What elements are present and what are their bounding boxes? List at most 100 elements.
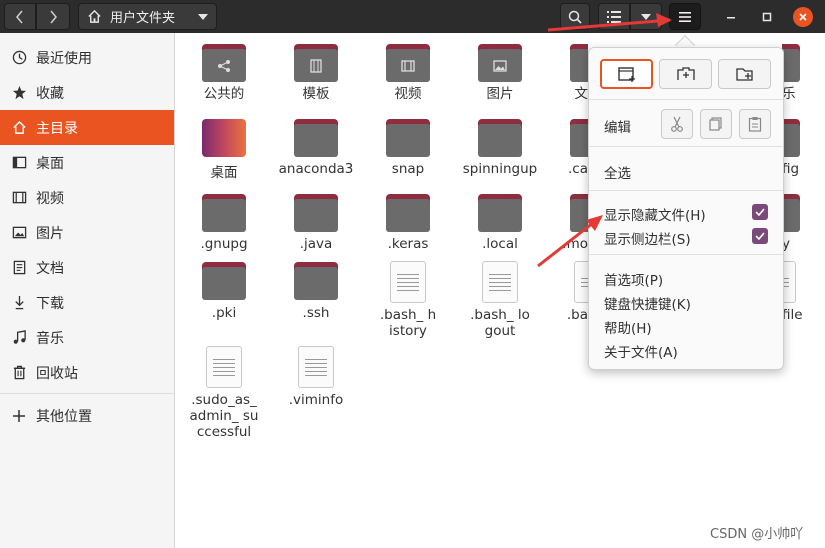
sidebar-item-trash[interactable]: 回收站 bbox=[0, 355, 174, 390]
forward-button[interactable] bbox=[36, 3, 70, 30]
new-window-icon bbox=[617, 67, 635, 82]
caret-down-icon bbox=[198, 13, 208, 20]
sidebar-item-other-locations[interactable]: 其他位置 bbox=[0, 398, 174, 433]
sidebar-item-pictures[interactable]: 图片 bbox=[0, 215, 174, 250]
desktop-icon bbox=[11, 155, 27, 171]
text-file-icon bbox=[574, 261, 588, 303]
back-button[interactable] bbox=[4, 3, 36, 30]
search-button[interactable] bbox=[560, 3, 590, 30]
new-window-button[interactable] bbox=[600, 59, 653, 89]
file-item-partial[interactable]: y bbox=[782, 194, 825, 252]
file-item[interactable]: .ssh bbox=[268, 262, 364, 321]
close-icon bbox=[799, 13, 807, 21]
plus-icon bbox=[11, 408, 27, 424]
file-label: 图片 bbox=[486, 86, 514, 102]
text-file-icon bbox=[206, 346, 242, 388]
file-label: .pki bbox=[211, 305, 237, 321]
chevron-right-icon bbox=[50, 10, 57, 23]
menu-item-shortcuts[interactable]: 键盘快捷键(K) bbox=[604, 293, 691, 313]
sidebar-divider bbox=[0, 393, 174, 394]
file-item-partial[interactable]: 乐 bbox=[782, 44, 825, 102]
menu-item-show-hidden[interactable]: 显示隐藏文件(H) bbox=[604, 204, 706, 224]
menu-item-preferences[interactable]: 首选项(P) bbox=[604, 269, 663, 289]
menu-item-about[interactable]: 关于文件(A) bbox=[604, 341, 678, 361]
file-item-partial[interactable]: .ca bbox=[544, 119, 588, 177]
file-label: file bbox=[782, 307, 803, 323]
file-item[interactable]: 公共的 bbox=[176, 44, 272, 102]
new-tab-button[interactable] bbox=[659, 59, 712, 89]
sidebar-item-music[interactable]: 音乐 bbox=[0, 320, 174, 355]
cut-button[interactable] bbox=[661, 109, 693, 139]
file-label: 乐 bbox=[782, 86, 796, 102]
desktop-folder-icon bbox=[202, 119, 246, 157]
show-hidden-checkbox[interactable] bbox=[752, 204, 768, 220]
close-button[interactable] bbox=[793, 7, 813, 27]
sidebar-item-home[interactable]: 主目录 bbox=[0, 110, 174, 145]
sidebar-item-videos[interactable]: 视频 bbox=[0, 180, 174, 215]
file-item[interactable]: spinningup bbox=[452, 119, 548, 177]
sidebar-item-label: 视频 bbox=[36, 190, 64, 207]
folder-icon bbox=[478, 44, 522, 82]
sidebar-item-label: 下载 bbox=[36, 295, 64, 312]
path-bar-button[interactable]: 用户文件夹 bbox=[78, 3, 217, 30]
new-folder-button[interactable] bbox=[718, 59, 771, 89]
file-item-partial[interactable]: .mo bbox=[544, 194, 588, 252]
file-item-partial[interactable]: .ba bbox=[544, 261, 588, 323]
minimize-button[interactable] bbox=[721, 7, 741, 27]
file-item[interactable]: .local bbox=[452, 194, 548, 252]
file-item[interactable]: snap bbox=[360, 119, 456, 177]
file-item-partial[interactable]: fig bbox=[782, 119, 825, 177]
sidebar-item-downloads[interactable]: 下载 bbox=[0, 285, 174, 320]
sidebar-item-starred[interactable]: 收藏 bbox=[0, 75, 174, 110]
sidebar-item-label: 收藏 bbox=[36, 85, 64, 102]
file-item[interactable]: .gnupg bbox=[176, 194, 272, 252]
menu-divider bbox=[589, 254, 783, 255]
file-item[interactable]: .java bbox=[268, 194, 364, 252]
file-item[interactable]: .bash_ logout bbox=[452, 261, 548, 339]
file-item[interactable]: .viminfo bbox=[268, 346, 364, 408]
menu-item-select-all[interactable]: 全选 bbox=[604, 162, 631, 182]
caret-down-icon bbox=[641, 13, 651, 20]
file-item[interactable]: 图片 bbox=[452, 44, 548, 102]
view-mode-button[interactable] bbox=[598, 3, 630, 30]
view-options-button[interactable] bbox=[630, 3, 662, 30]
sidebar-item-label: 最近使用 bbox=[36, 50, 92, 67]
maximize-button[interactable] bbox=[757, 7, 777, 27]
file-label: .bash_ history bbox=[379, 307, 437, 339]
file-item[interactable]: .keras bbox=[360, 194, 456, 252]
folder-icon bbox=[782, 119, 800, 157]
file-item[interactable]: 模板 bbox=[268, 44, 364, 102]
show-sidebar-checkbox[interactable] bbox=[752, 228, 768, 244]
minimize-icon bbox=[727, 17, 735, 19]
text-file-icon bbox=[390, 261, 426, 303]
sidebar-item-recent[interactable]: 最近使用 bbox=[0, 40, 174, 75]
sidebar-item-label: 桌面 bbox=[36, 155, 64, 172]
file-item[interactable]: 视频 bbox=[360, 44, 456, 102]
paste-button[interactable] bbox=[739, 109, 771, 139]
file-label: spinningup bbox=[462, 161, 538, 177]
menu-item-help[interactable]: 帮助(H) bbox=[604, 317, 652, 337]
maximize-icon bbox=[762, 12, 772, 22]
watermark: CSDN @小帅吖 bbox=[710, 527, 804, 542]
document-icon bbox=[11, 260, 27, 276]
file-item[interactable]: .pki bbox=[176, 262, 272, 321]
file-item-partial[interactable]: 文 bbox=[544, 44, 588, 102]
file-item[interactable]: 桌面 bbox=[176, 119, 272, 181]
folder-icon bbox=[386, 119, 430, 157]
file-item[interactable]: .bash_ history bbox=[360, 261, 456, 339]
file-item[interactable]: anaconda3 bbox=[268, 119, 364, 177]
sidebar-item-label: 文档 bbox=[36, 260, 64, 277]
copy-button[interactable] bbox=[700, 109, 732, 139]
menu-item-show-sidebar[interactable]: 显示侧边栏(S) bbox=[604, 228, 691, 248]
file-item[interactable]: .sudo_as_ admin_ successful bbox=[176, 346, 272, 440]
main-menu-button[interactable] bbox=[669, 3, 701, 30]
sidebar-item-documents[interactable]: 文档 bbox=[0, 250, 174, 285]
sidebar-item-desktop[interactable]: 桌面 bbox=[0, 145, 174, 180]
new-tab-icon bbox=[676, 67, 695, 80]
folder-icon bbox=[782, 194, 800, 232]
menu-divider bbox=[589, 146, 783, 147]
file-item-partial[interactable]: file bbox=[782, 261, 825, 323]
clipboard-icon bbox=[748, 117, 762, 132]
header-bar: 用户文件夹 bbox=[0, 0, 825, 33]
file-label: 桌面 bbox=[210, 165, 238, 181]
